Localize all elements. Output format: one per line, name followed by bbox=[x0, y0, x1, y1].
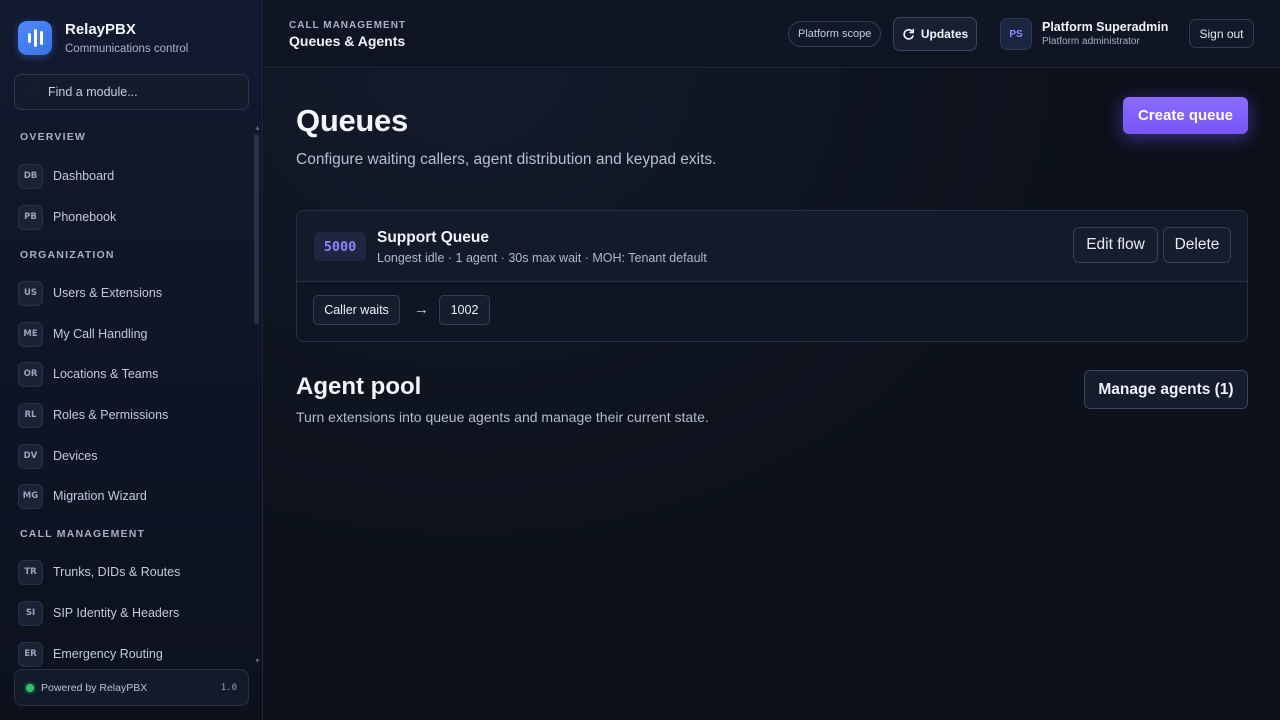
page-heading: Queues & Agents bbox=[289, 33, 406, 49]
sidebar-item-label: Trunks, DIDs & Routes bbox=[53, 565, 181, 579]
agent-pool-title: Agent pool bbox=[296, 373, 422, 400]
sidebar-scrollbar[interactable] bbox=[254, 134, 259, 324]
sidebar-item-label: My Call Handling bbox=[53, 327, 148, 341]
app-tagline: Communications control bbox=[65, 43, 189, 55]
sidebar-item-phonebook[interactable]: PB Phonebook bbox=[0, 204, 252, 230]
sidebar-item-sip-identity[interactable]: SI SIP Identity & Headers bbox=[0, 600, 252, 626]
breadcrumb-section: CALL MANAGEMENT bbox=[289, 20, 407, 31]
sidebar-item-migration[interactable]: MG Migration Wizard bbox=[0, 483, 252, 509]
sidebar-item-trunks[interactable]: TR Trunks, DIDs & Routes bbox=[0, 559, 252, 585]
sidebar-item-label: Devices bbox=[53, 449, 98, 463]
sidebar-item-label: Emergency Routing bbox=[53, 647, 163, 661]
brand[interactable]: RelayPBX Communications control bbox=[18, 21, 188, 55]
nav-badge: RL bbox=[18, 402, 43, 428]
nav-section-title: CALL MANAGEMENT bbox=[20, 528, 146, 540]
user-name: Platform Superadmin bbox=[1042, 20, 1169, 34]
sidebar-item-emergency[interactable]: ER Emergency Routing bbox=[0, 641, 252, 667]
flow-step-target[interactable]: 1002 bbox=[439, 295, 490, 325]
agent-pool-subtitle: Turn extensions into queue agents and ma… bbox=[296, 409, 709, 425]
queue-card: 5000 Support Queue Longest idle · 1 agen… bbox=[296, 210, 1248, 342]
nav-badge: US bbox=[18, 280, 43, 306]
sign-out-button[interactable]: Sign out bbox=[1189, 19, 1254, 48]
sidebar-item-label: Locations & Teams bbox=[53, 367, 159, 381]
top-bar: CALL MANAGEMENT Queues & Agents Platform… bbox=[264, 0, 1280, 68]
search-placeholder: Find a module... bbox=[48, 85, 138, 99]
search-icon bbox=[27, 85, 40, 98]
main-content: Queues Configure waiting callers, agent … bbox=[264, 69, 1280, 720]
nav-badge: PB bbox=[18, 204, 43, 230]
status-dot-icon bbox=[26, 683, 34, 692]
sidebar-item-label: SIP Identity & Headers bbox=[53, 606, 180, 620]
edit-flow-button[interactable]: Edit flow bbox=[1073, 227, 1158, 263]
page-subtitle: Configure waiting callers, agent distrib… bbox=[296, 151, 717, 168]
updates-label: Updates bbox=[920, 27, 969, 41]
nav-badge: DV bbox=[18, 443, 43, 469]
sidebar-item-users[interactable]: US Users & Extensions bbox=[0, 280, 252, 306]
scroll-up-arrow-icon[interactable]: ▲ bbox=[254, 125, 261, 132]
sidebar-item-roles[interactable]: RL Roles & Permissions bbox=[0, 402, 252, 428]
avatar[interactable]: PS bbox=[1000, 18, 1032, 50]
nav-badge: OR bbox=[18, 361, 43, 387]
sidebar-item-call-handling[interactable]: ME My Call Handling bbox=[0, 321, 252, 347]
queue-number-badge: 5000 bbox=[314, 232, 366, 261]
flow-arrow-icon: → bbox=[414, 301, 429, 318]
sidebar-item-label: Dashboard bbox=[53, 169, 115, 183]
sidebar-item-dashboard[interactable]: DB Dashboard bbox=[0, 163, 252, 189]
manage-agents-button[interactable]: Manage agents (1) bbox=[1084, 370, 1248, 409]
app-name: RelayPBX bbox=[65, 21, 136, 38]
sidebar: RelayPBX Communications control Find a m… bbox=[0, 0, 263, 720]
flow-step-caller-waits[interactable]: Caller waits bbox=[313, 295, 400, 325]
refresh-icon bbox=[903, 28, 914, 40]
nav-section-title: OVERVIEW bbox=[20, 131, 87, 143]
queue-name: Support Queue bbox=[377, 229, 489, 246]
scroll-down-arrow-icon[interactable]: ▼ bbox=[254, 658, 261, 665]
nav-badge: TR bbox=[18, 559, 43, 585]
nav-badge: SI bbox=[18, 600, 43, 626]
version-label: 1.0 bbox=[220, 682, 237, 693]
scope-badge[interactable]: Platform scope bbox=[788, 21, 882, 47]
queue-card-header: 5000 Support Queue Longest idle · 1 agen… bbox=[297, 211, 1247, 282]
delete-queue-button[interactable]: Delete bbox=[1163, 227, 1231, 263]
sidebar-item-label: Users & Extensions bbox=[53, 286, 163, 300]
page-title: Queues bbox=[296, 103, 408, 138]
relay-logo-icon bbox=[18, 21, 52, 55]
user-role: Platform administrator bbox=[1042, 36, 1140, 47]
sidebar-item-locations[interactable]: OR Locations & Teams bbox=[0, 361, 252, 387]
queue-meta: Longest idle · 1 agent · 30s max wait · … bbox=[377, 251, 707, 265]
sidebar-item-label: Roles & Permissions bbox=[53, 408, 169, 422]
powered-by-footer: Powered by RelayPBX 1.0 bbox=[14, 669, 249, 706]
nav-section-title: ORGANIZATION bbox=[20, 249, 115, 261]
nav-badge: ER bbox=[18, 641, 43, 667]
sidebar-item-devices[interactable]: DV Devices bbox=[0, 443, 252, 469]
module-search-input[interactable]: Find a module... bbox=[14, 74, 249, 110]
powered-by-label: Powered by RelayPBX bbox=[41, 681, 148, 694]
nav-badge: ME bbox=[18, 321, 43, 347]
sidebar-item-label: Phonebook bbox=[53, 210, 117, 224]
create-queue-button[interactable]: Create queue bbox=[1123, 97, 1248, 134]
nav-badge: MG bbox=[18, 483, 43, 509]
sidebar-item-label: Migration Wizard bbox=[53, 489, 147, 503]
updates-button[interactable]: Updates bbox=[893, 17, 977, 51]
sidebar-nav: OVERVIEW DB Dashboard PB Phonebook ORGAN… bbox=[0, 122, 252, 667]
nav-badge: DB bbox=[18, 163, 43, 189]
